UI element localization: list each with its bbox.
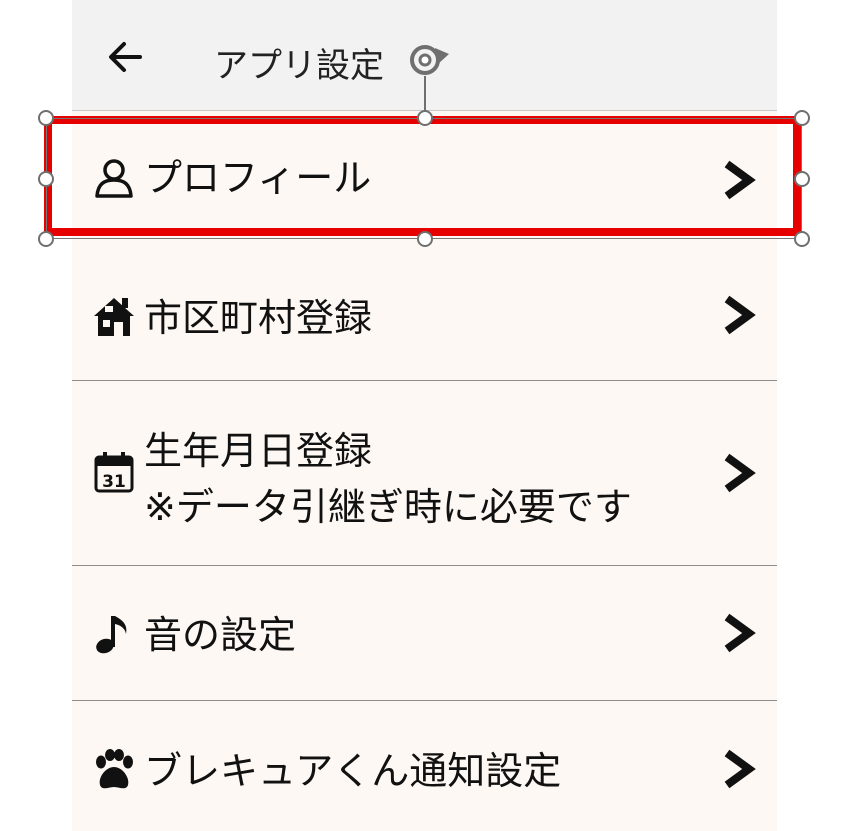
arrow-left-icon[interactable] xyxy=(102,34,148,80)
chevron-right-icon xyxy=(724,453,756,493)
chevron-right-icon xyxy=(724,749,756,789)
calendar-icon: 31 xyxy=(94,452,134,493)
menu-item-notification[interactable]: ブレキュアくん通知設定 xyxy=(72,701,777,831)
menu-item-label: 市区町村登録 xyxy=(144,296,373,340)
resize-handle-bottom-center[interactable] xyxy=(417,231,433,247)
menu-item-label-line1: 生年月日登録 xyxy=(144,429,373,473)
svg-text:31: 31 xyxy=(102,472,126,492)
resize-handle-bottom-right[interactable] xyxy=(794,231,810,247)
house-icon xyxy=(94,298,134,336)
resize-handle-bottom-left[interactable] xyxy=(38,231,54,247)
menu-item-birthday[interactable]: 31 生年月日登録 ※データ引継ぎ時に必要です xyxy=(72,381,777,566)
menu-item-label: 生年月日登録 ※データ引継ぎ時に必要です xyxy=(144,423,632,535)
menu-item-label: ブレキュアくん通知設定 xyxy=(144,749,562,793)
music-note-icon xyxy=(96,616,127,654)
menu-item-label-line2: ※データ引継ぎ時に必要です xyxy=(144,485,632,529)
resize-handle-middle-right[interactable] xyxy=(794,171,810,187)
resize-handle-top-right[interactable] xyxy=(794,110,810,126)
page-title: アプリ設定 xyxy=(214,46,384,86)
menu-item-municipality[interactable]: 市区町村登録 xyxy=(72,246,777,381)
menu-item-label: 音の設定 xyxy=(144,613,297,657)
resize-handle-top-left[interactable] xyxy=(38,110,54,126)
resize-handle-top-center[interactable] xyxy=(417,110,433,126)
paw-icon xyxy=(96,749,133,789)
selection-outline xyxy=(46,118,802,239)
chevron-right-icon xyxy=(724,613,756,653)
resize-handle-middle-left[interactable] xyxy=(38,171,54,187)
chevron-right-icon xyxy=(724,295,756,335)
rotate-icon[interactable] xyxy=(407,40,451,80)
menu-item-sound[interactable]: 音の設定 xyxy=(72,566,777,701)
